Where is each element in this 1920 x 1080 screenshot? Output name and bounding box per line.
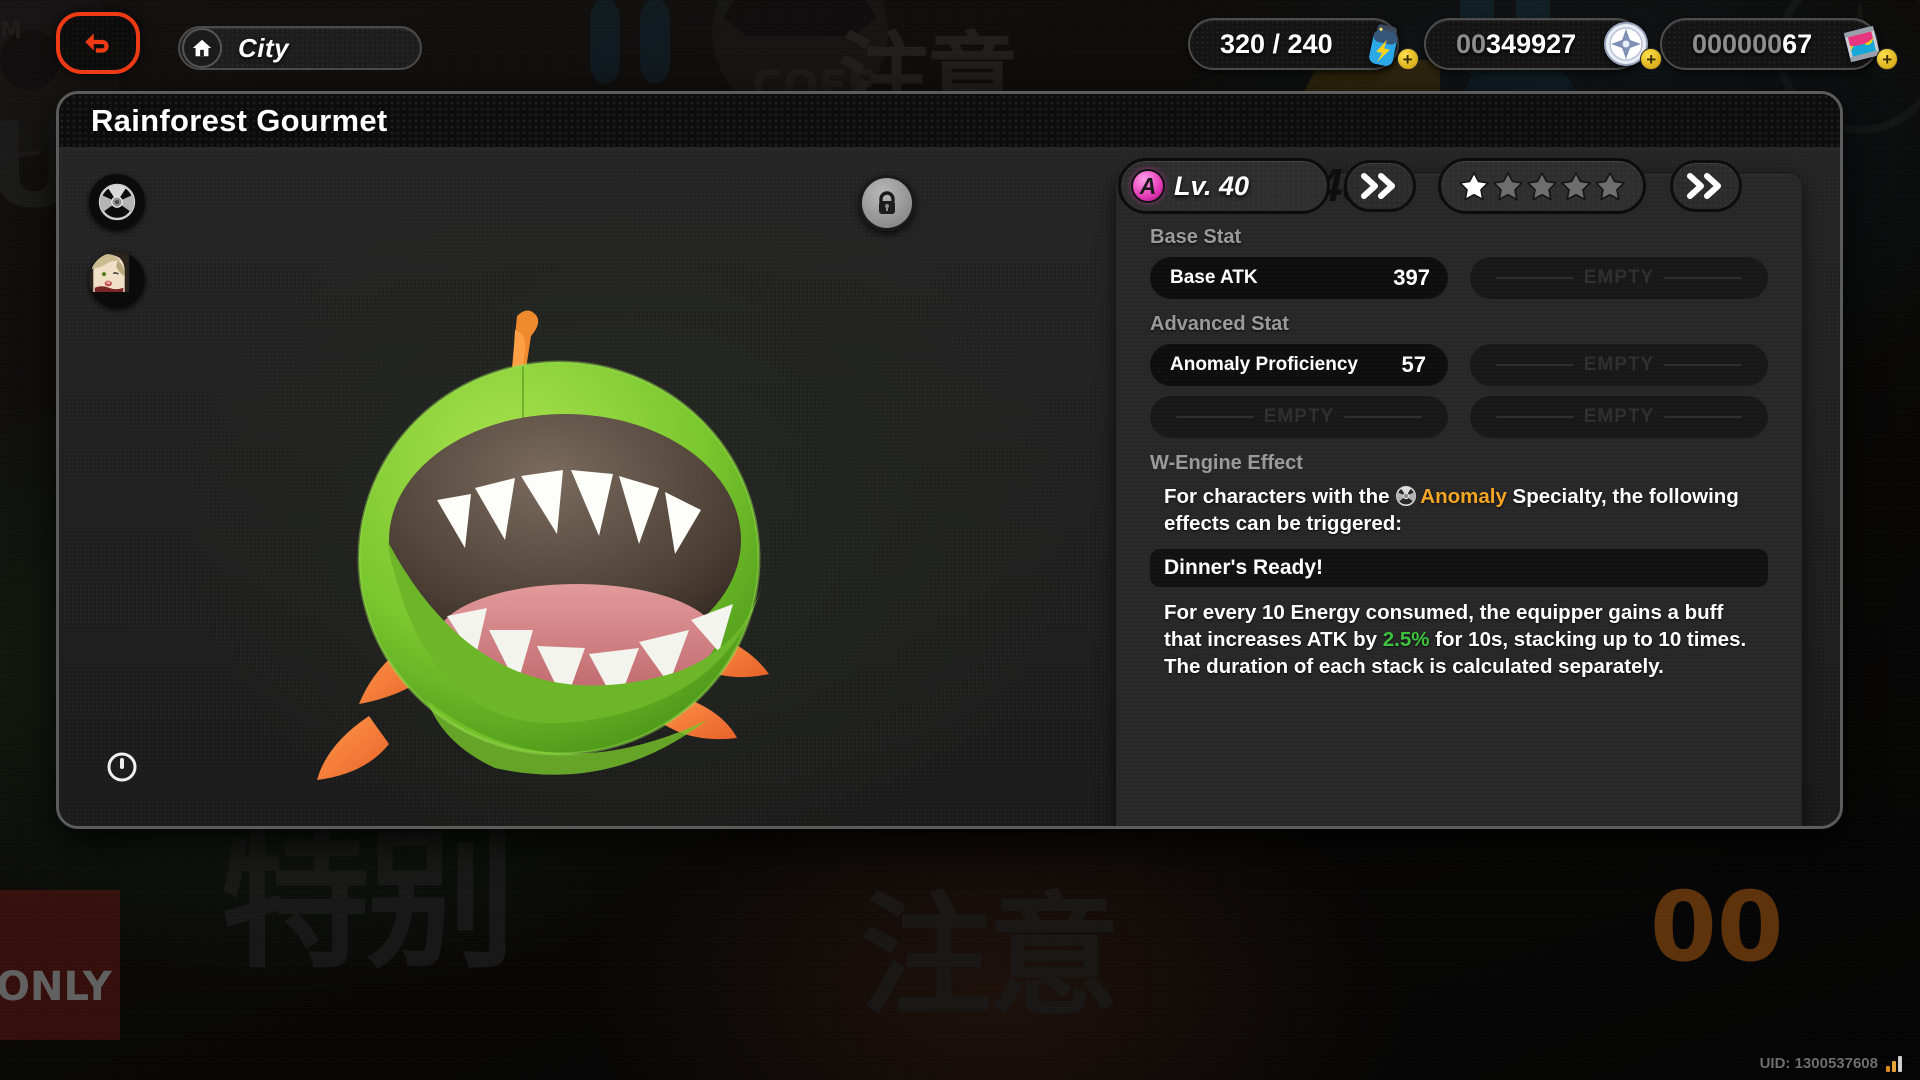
stat-name: Anomaly Proficiency [1170,354,1358,376]
home-icon [192,39,212,57]
battery-plus-button[interactable]: + [1396,48,1419,70]
double-chevron-right-icon [1361,173,1395,199]
power-icon [107,752,137,782]
equipped-character-button[interactable] [89,252,145,308]
empty-line-right [1664,416,1743,418]
star-icon-filled-1 [1459,172,1489,201]
back-button[interactable] [56,12,140,74]
location-breadcrumb[interactable]: City [178,26,422,70]
star-rank-display[interactable] [1438,158,1646,214]
star-icon-empty-3 [1527,172,1557,201]
anomaly-emblem-button[interactable] [89,174,145,230]
star-up-button[interactable] [1670,160,1742,212]
empty-label: EMPTY [1583,406,1655,427]
specialty-badge-letter: A [1139,172,1157,199]
empty-line-left [1495,416,1574,418]
home-button[interactable] [182,28,222,68]
stat-row-anomaly-proficiency: Anomaly Proficiency 57 [1150,344,1448,386]
signal-bars-icon [1886,1056,1902,1072]
denny-plus-button[interactable]: + [1640,48,1663,70]
w-engine-detail-panel: Rainforest Gourmet A Lv. 40 / 40 Base St… [56,91,1843,829]
currency-film-value: 00000067 [1692,29,1812,60]
effect-body-text: For every 10 Energy consumed, the equipp… [1150,599,1768,680]
empty-line-left [1495,364,1574,366]
effect-intro-text: For characters with the Anomaly Specialt… [1150,483,1768,537]
back-arrow-icon [85,33,109,53]
advanced-stat-grid: Anomaly Proficiency 57 EMPTY EMPTY EMPTY [1150,344,1768,438]
uid-text: UID: 1300537608 [1759,1055,1878,1072]
stat-value: 57 [1401,352,1426,377]
currency-battery[interactable]: 320 / 240 + [1188,18,1419,70]
currency-denny-value: 00349927 [1456,29,1576,60]
star-icon-empty-5 [1595,172,1625,201]
lock-toggle-button[interactable] [859,175,915,231]
star-icon-empty-4 [1561,172,1591,201]
stat-value: 397 [1393,265,1430,290]
w-engine-effect-label: W-Engine Effect [1150,452,1303,474]
empty-line-right [1664,277,1743,279]
currency-film-zeros: 000000 [1692,28,1783,59]
panel-header: Rainforest Gourmet [59,94,1840,148]
stat-row-base-atk: Base ATK 397 [1150,257,1448,299]
empty-line-left [1495,277,1574,279]
effect-name: Dinner's Ready! [1164,556,1324,580]
w-engine-artwork [309,308,869,808]
empty-label: EMPTY [1583,267,1655,288]
double-chevron-right-icon [1687,173,1721,199]
currency-battery-value: 320 / 240 [1220,28,1333,59]
effect-intro-pre: For characters with the [1164,485,1396,508]
rainforest-gourmet-creature-icon [317,310,769,780]
film-plus-button[interactable]: + [1876,48,1899,70]
base-stat-label: Base Stat [1150,226,1242,248]
top-bar: City 320 / 240 + 00349927 + 00000067 + [0,0,1920,92]
empty-line-left [1175,416,1254,418]
currency-film[interactable]: 00000067 + [1660,18,1899,70]
level-label: Lv. 40 [1174,170,1250,201]
stats-card: A Lv. 40 / 40 Base Stat Base ATK 397 EMP… [1116,158,1802,826]
uid-footer: UID: 1300537608 [1760,1055,1902,1072]
page-title: Rainforest Gourmet [91,102,388,138]
location-label: City [238,32,290,63]
stat-row-empty-1: EMPTY [1470,257,1768,299]
currency-denny-zeros: 00 [1456,28,1487,59]
stat-row-empty-3: EMPTY [1150,396,1448,438]
stat-row-empty-4: EMPTY [1470,396,1768,438]
base-stat-grid: Base ATK 397 EMPTY [1150,257,1768,299]
empty-label: EMPTY [1583,354,1655,375]
star-icon-empty-2 [1493,172,1523,201]
lock-icon [879,191,895,214]
level-up-button[interactable] [1344,160,1416,212]
stat-row-empty-2: EMPTY [1470,344,1768,386]
stat-name: Base ATK [1170,267,1258,289]
empty-line-right [1344,416,1423,418]
effect-name-box: Dinner's Ready! [1150,549,1768,588]
anomaly-inline-icon [1395,485,1417,507]
currency-film-digits: 67 [1782,28,1813,59]
currency-denny[interactable]: 00349927 + [1424,18,1663,70]
character-avatar-icon [89,252,129,294]
currency-denny-digits: 349927 [1486,28,1577,59]
level-display[interactable]: A Lv. 40 / 40 [1118,158,1367,219]
empty-label: EMPTY [1263,406,1335,427]
empty-line-right [1664,364,1743,366]
panel-body: A Lv. 40 / 40 Base Stat Base ATK 397 EMP… [59,148,1840,826]
effect-intro-highlight: Anomaly [1420,485,1507,508]
advanced-stat-label: Advanced Stat [1150,313,1289,335]
avatar [89,252,145,308]
specialty-badge: A [1131,169,1165,203]
power-button[interactable] [105,750,139,784]
left-rail [89,174,145,308]
radiation-emblem-icon [98,183,136,221]
effect-body-highlight: 2.5% [1382,628,1430,652]
